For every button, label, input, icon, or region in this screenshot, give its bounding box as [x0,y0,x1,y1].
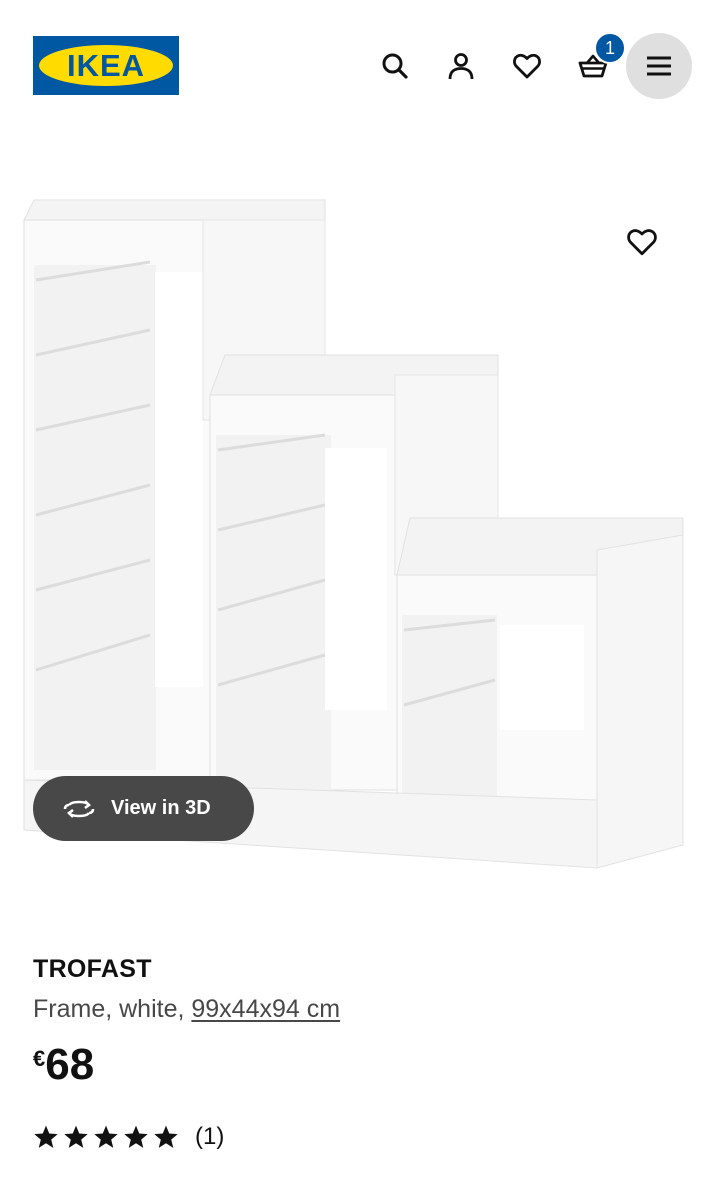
menu-button[interactable] [626,33,692,99]
profile-button[interactable] [439,44,483,88]
star-icon [64,1125,88,1148]
measurements-link[interactable]: 99x44x94 cm [191,995,340,1023]
rotate-3d-icon [63,799,95,818]
search-icon [382,53,408,79]
price-amount: 68 [45,1040,95,1089]
heart-icon [627,229,657,256]
cart-count-badge: 1 [594,32,626,64]
view-in-3d-button[interactable]: View in 3D [33,776,254,841]
logo-text: IKEA [66,47,146,83]
search-button[interactable] [373,44,417,88]
product-price: € 68 [33,1040,94,1090]
ikea-logo[interactable]: IKEA [33,36,179,95]
user-icon [448,53,474,80]
view-in-3d-label: View in 3D [111,797,211,819]
star-icon [124,1125,148,1148]
wishlist-button[interactable] [505,44,549,88]
heart-icon [513,53,541,79]
menu-icon [647,56,671,76]
product-rating[interactable]: (1) [33,1123,224,1151]
description-text: Frame, white, [33,995,192,1023]
review-count: (1) [195,1123,225,1150]
product-description: Frame, white, 99x44x94 cm [33,995,340,1024]
image-wishlist-button[interactable] [620,220,664,264]
star-icon [94,1125,118,1148]
star-icon [154,1125,178,1148]
star-icon [34,1125,58,1148]
price-currency: € [33,1046,46,1071]
product-media: View in 3D [0,130,709,890]
product-name: TROFAST [33,955,152,983]
header: IKEA 1 [0,0,709,130]
